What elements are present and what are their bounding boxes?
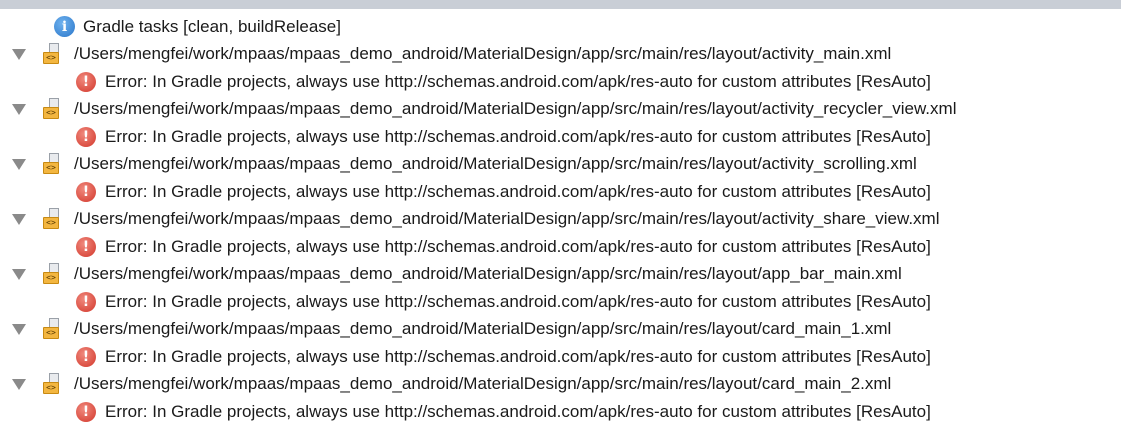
- file-path: /Users/mengfei/work/mpaas/mpaas_demo_and…: [74, 319, 892, 339]
- xml-file-icon: <>: [43, 98, 63, 120]
- expand-arrow-icon[interactable]: [12, 268, 26, 280]
- error-icon: !: [76, 71, 96, 92]
- results-tree: i Gradle tasks [clean, buildRelease] <> /…: [0, 13, 1121, 426]
- file-row[interactable]: <> /Users/mengfei/work/mpaas/mpaas_demo_a…: [0, 371, 1121, 399]
- file-path: /Users/mengfei/work/mpaas/mpaas_demo_and…: [74, 99, 957, 119]
- expand-arrow-icon[interactable]: [12, 48, 26, 60]
- error-row[interactable]: ! Error: In Gradle projects, always use h…: [0, 288, 1121, 316]
- file-row[interactable]: <> /Users/mengfei/work/mpaas/mpaas_demo_a…: [0, 96, 1121, 124]
- file-path: /Users/mengfei/work/mpaas/mpaas_demo_and…: [74, 154, 917, 174]
- error-icon: !: [76, 236, 96, 257]
- file-row[interactable]: <> /Users/mengfei/work/mpaas/mpaas_demo_a…: [0, 261, 1121, 289]
- error-icon: !: [76, 181, 96, 202]
- expand-arrow-icon[interactable]: [12, 323, 26, 335]
- error-row[interactable]: ! Error: In Gradle projects, always use h…: [0, 233, 1121, 261]
- panel-top-border: [0, 0, 1121, 9]
- error-message: Error: In Gradle projects, always use ht…: [105, 181, 931, 201]
- xml-file-icon: <>: [43, 43, 63, 65]
- expand-arrow-icon[interactable]: [12, 213, 26, 225]
- file-list: <> /Users/mengfei/work/mpaas/mpaas_demo_a…: [0, 41, 1121, 426]
- error-row[interactable]: ! Error: In Gradle projects, always use h…: [0, 123, 1121, 151]
- gradle-tasks-label: Gradle tasks [clean, buildRelease]: [83, 16, 341, 36]
- xml-file-icon: <>: [43, 373, 63, 395]
- error-message: Error: In Gradle projects, always use ht…: [105, 236, 931, 256]
- error-row[interactable]: ! Error: In Gradle projects, always use h…: [0, 68, 1121, 96]
- xml-file-icon: <>: [43, 263, 63, 285]
- expand-arrow-icon[interactable]: [12, 103, 26, 115]
- xml-file-icon: <>: [43, 318, 63, 340]
- xml-file-icon: <>: [43, 153, 63, 175]
- file-path: /Users/mengfei/work/mpaas/mpaas_demo_and…: [74, 374, 892, 394]
- error-row[interactable]: ! Error: In Gradle projects, always use h…: [0, 398, 1121, 426]
- error-message: Error: In Gradle projects, always use ht…: [105, 71, 931, 91]
- file-row[interactable]: <> /Users/mengfei/work/mpaas/mpaas_demo_a…: [0, 151, 1121, 179]
- error-message: Error: In Gradle projects, always use ht…: [105, 346, 931, 366]
- error-message: Error: In Gradle projects, always use ht…: [105, 126, 931, 146]
- error-icon: !: [76, 346, 96, 367]
- error-icon: !: [76, 401, 96, 422]
- gradle-tasks-row[interactable]: i Gradle tasks [clean, buildRelease]: [0, 13, 1121, 41]
- inspection-results-panel: i Gradle tasks [clean, buildRelease] <> /…: [0, 0, 1121, 428]
- error-row[interactable]: ! Error: In Gradle projects, always use h…: [0, 343, 1121, 371]
- expand-arrow-icon[interactable]: [12, 378, 26, 390]
- file-row[interactable]: <> /Users/mengfei/work/mpaas/mpaas_demo_a…: [0, 316, 1121, 344]
- info-icon: i: [54, 16, 75, 38]
- error-icon: !: [76, 291, 96, 312]
- error-message: Error: In Gradle projects, always use ht…: [105, 401, 931, 421]
- file-path: /Users/mengfei/work/mpaas/mpaas_demo_and…: [74, 264, 902, 284]
- xml-file-icon: <>: [43, 208, 63, 230]
- error-icon: !: [76, 126, 96, 147]
- file-row[interactable]: <> /Users/mengfei/work/mpaas/mpaas_demo_a…: [0, 41, 1121, 69]
- error-message: Error: In Gradle projects, always use ht…: [105, 291, 931, 311]
- file-path: /Users/mengfei/work/mpaas/mpaas_demo_and…: [74, 44, 892, 64]
- error-row[interactable]: ! Error: In Gradle projects, always use h…: [0, 178, 1121, 206]
- file-path: /Users/mengfei/work/mpaas/mpaas_demo_and…: [74, 209, 940, 229]
- expand-arrow-icon[interactable]: [12, 158, 26, 170]
- file-row[interactable]: <> /Users/mengfei/work/mpaas/mpaas_demo_a…: [0, 206, 1121, 234]
